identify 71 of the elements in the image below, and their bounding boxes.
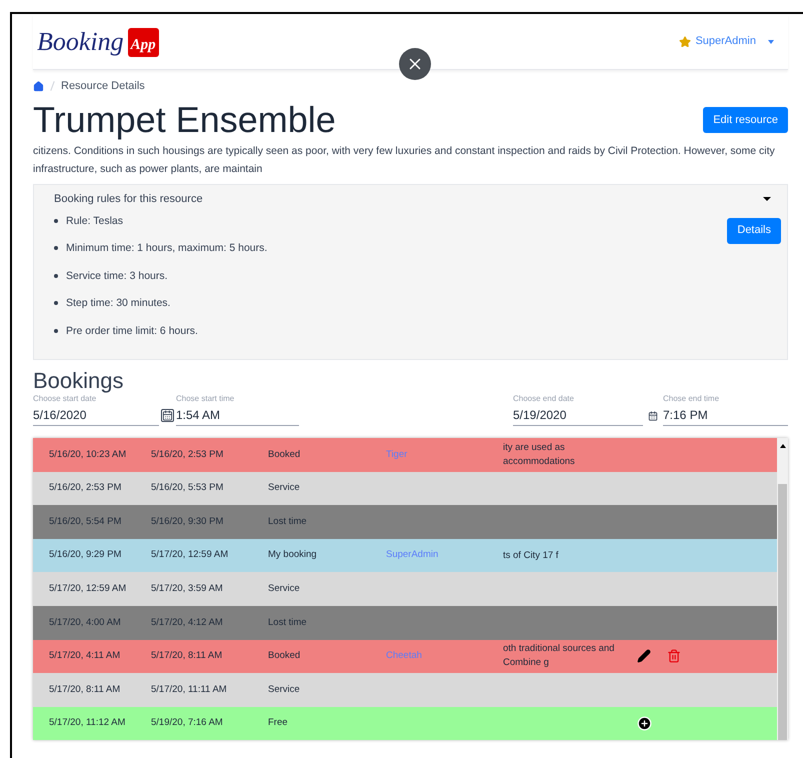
booking-row[interactable]: 5/16/20, 10:23 AM 5/16/20, 2:53 PM Booked Tiger ity are used as accommodations [33,438,777,472]
booking-row[interactable]: 5/17/20, 12:59 AM 5/17/20, 3:59 AM Service [33,572,777,606]
input-field[interactable]: 5/16/2020 [33,404,159,426]
table-cell-text: My booking [268,548,318,562]
table-cell-text: Service [268,682,301,697]
table-cell-text: 5/16/20, 9:29 PM [48,548,122,562]
table-cell-text: 5/16/20, 5:54 PM [48,514,122,529]
star-icon [679,36,692,48]
table-cell: ity are used as accommodations [503,442,575,467]
table-cell-text: Free [268,716,289,730]
table-cell-text: 5/16/20, 10:23 AM [48,448,128,462]
close-button[interactable] [399,48,431,80]
table-cell-text: 5/16/20, 2:53 PM [48,481,122,496]
rule-item: Service time: 3 hours. [54,268,268,296]
rule-item: Step time: 30 minutes. [54,296,268,324]
bookings-heading: Bookings [33,368,125,394]
edit-icon[interactable] [637,649,651,664]
table-cell-text: 5/16/20, 9:30 PM [151,514,224,529]
table-cell-text: 5/19/20, 7:16 AM [151,716,224,730]
booking-row[interactable]: 5/17/20, 4:11 AM 5/17/20, 8:11 AM Booked Cheetah oth traditional sources and Combine g [33,640,777,674]
booking-row[interactable]: 5/17/20, 8:11 AM 5/17/20, 11:11 AM Service [33,673,777,707]
field-label: Chose start time [176,394,236,404]
field-label: Choose start date [33,394,98,404]
edit-resource-button[interactable]: Edit resource [703,107,788,133]
scrollbar[interactable] [777,438,788,740]
table-cell-text: 5/17/20, 4:00 AM [48,616,122,630]
input-field[interactable]: 1:54 AM [176,404,299,426]
table-cell-text: Service [268,481,301,496]
calendar-icon[interactable] [648,411,658,421]
table-cell: oth traditional sources and Combine g [503,643,614,668]
table-cell-text: Booked [268,649,302,664]
field-label: Choose end date [513,394,575,404]
table-cell-text: Service [268,582,301,596]
booking-row[interactable]: 5/16/20, 2:53 PM 5/16/20, 5:53 PM Service [33,472,777,506]
breadcrumb-item: Resource Details [61,78,145,94]
booking-row[interactable]: 5/16/20, 9:29 PM 5/17/20, 12:59 AM My booking SuperAdmin ts of City 17 f [33,538,777,572]
caret-icon[interactable] [763,197,771,202]
home-icon[interactable] [33,80,44,92]
table-cell-text: 5/17/20, 11:12 AM [48,716,126,730]
app-badge: App [128,28,159,58]
rule-item: Rule: Teslas [54,214,268,241]
table-cell-text: 5/17/20, 4:12 AM [151,616,224,630]
description: citizens. Conditions in such housings are typically seen as poor, with very few luxuries and constant inspection and raids by Civil Protection. However, some city infrastructure, such as power plants, are maintain [33,144,776,177]
details-button[interactable]: Details [727,218,781,244]
user-menu[interactable]: SuperAdmin [679,33,774,50]
input-field[interactable]: 7:16 PM [663,404,788,426]
table-cell: ts of City 17 f [503,550,558,561]
rule-item: Minimum time: 1 hours, maximum: 5 hours. [54,241,268,268]
table-cell-text: 5/16/20, 5:53 PM [151,481,224,496]
table-cell-text: Booked [268,448,302,462]
rules-heading[interactable]: Booking rules for this resource [54,191,203,208]
table-cell-text: 5/16/20, 2:53 PM [151,448,224,462]
page-title: Trumpet Ensemble [33,98,336,142]
booking-row[interactable]: 5/16/20, 5:54 PM 5/16/20, 9:30 PM Lost time [33,505,777,539]
table-cell-text: 5/17/20, 11:11 AM [151,682,228,697]
table-cell-text: 5/17/20, 8:11 AM [151,649,224,664]
table-cell-text: Lost time [268,514,308,529]
table-cell-text: Lost time [268,616,308,630]
table-cell-text: 5/17/20, 12:59 AM [151,548,230,562]
input-field[interactable]: 5/19/2020 [513,404,643,426]
table-cell-text: 5/17/20, 3:59 AM [151,582,224,596]
table-cell-text: 5/17/20, 4:11 AM [48,649,122,664]
booking-row[interactable]: 5/17/20, 4:00 AM 5/17/20, 4:12 AM Lost time [33,606,777,640]
table-cell-text: 5/17/20, 12:59 AM [48,582,128,596]
table-cell-text: 5/17/20, 8:11 AM [48,682,122,697]
brand-logo[interactable]: Booking [37,22,124,61]
field-label: Chose end time [663,394,720,404]
rule-item: Pre order time limit: 6 hours. [54,324,268,351]
add-icon[interactable] [637,716,652,732]
calendar-icon[interactable] [161,409,174,422]
booking-row[interactable]: 5/17/20, 11:12 AM 5/19/20, 7:16 AM Free [33,706,777,740]
